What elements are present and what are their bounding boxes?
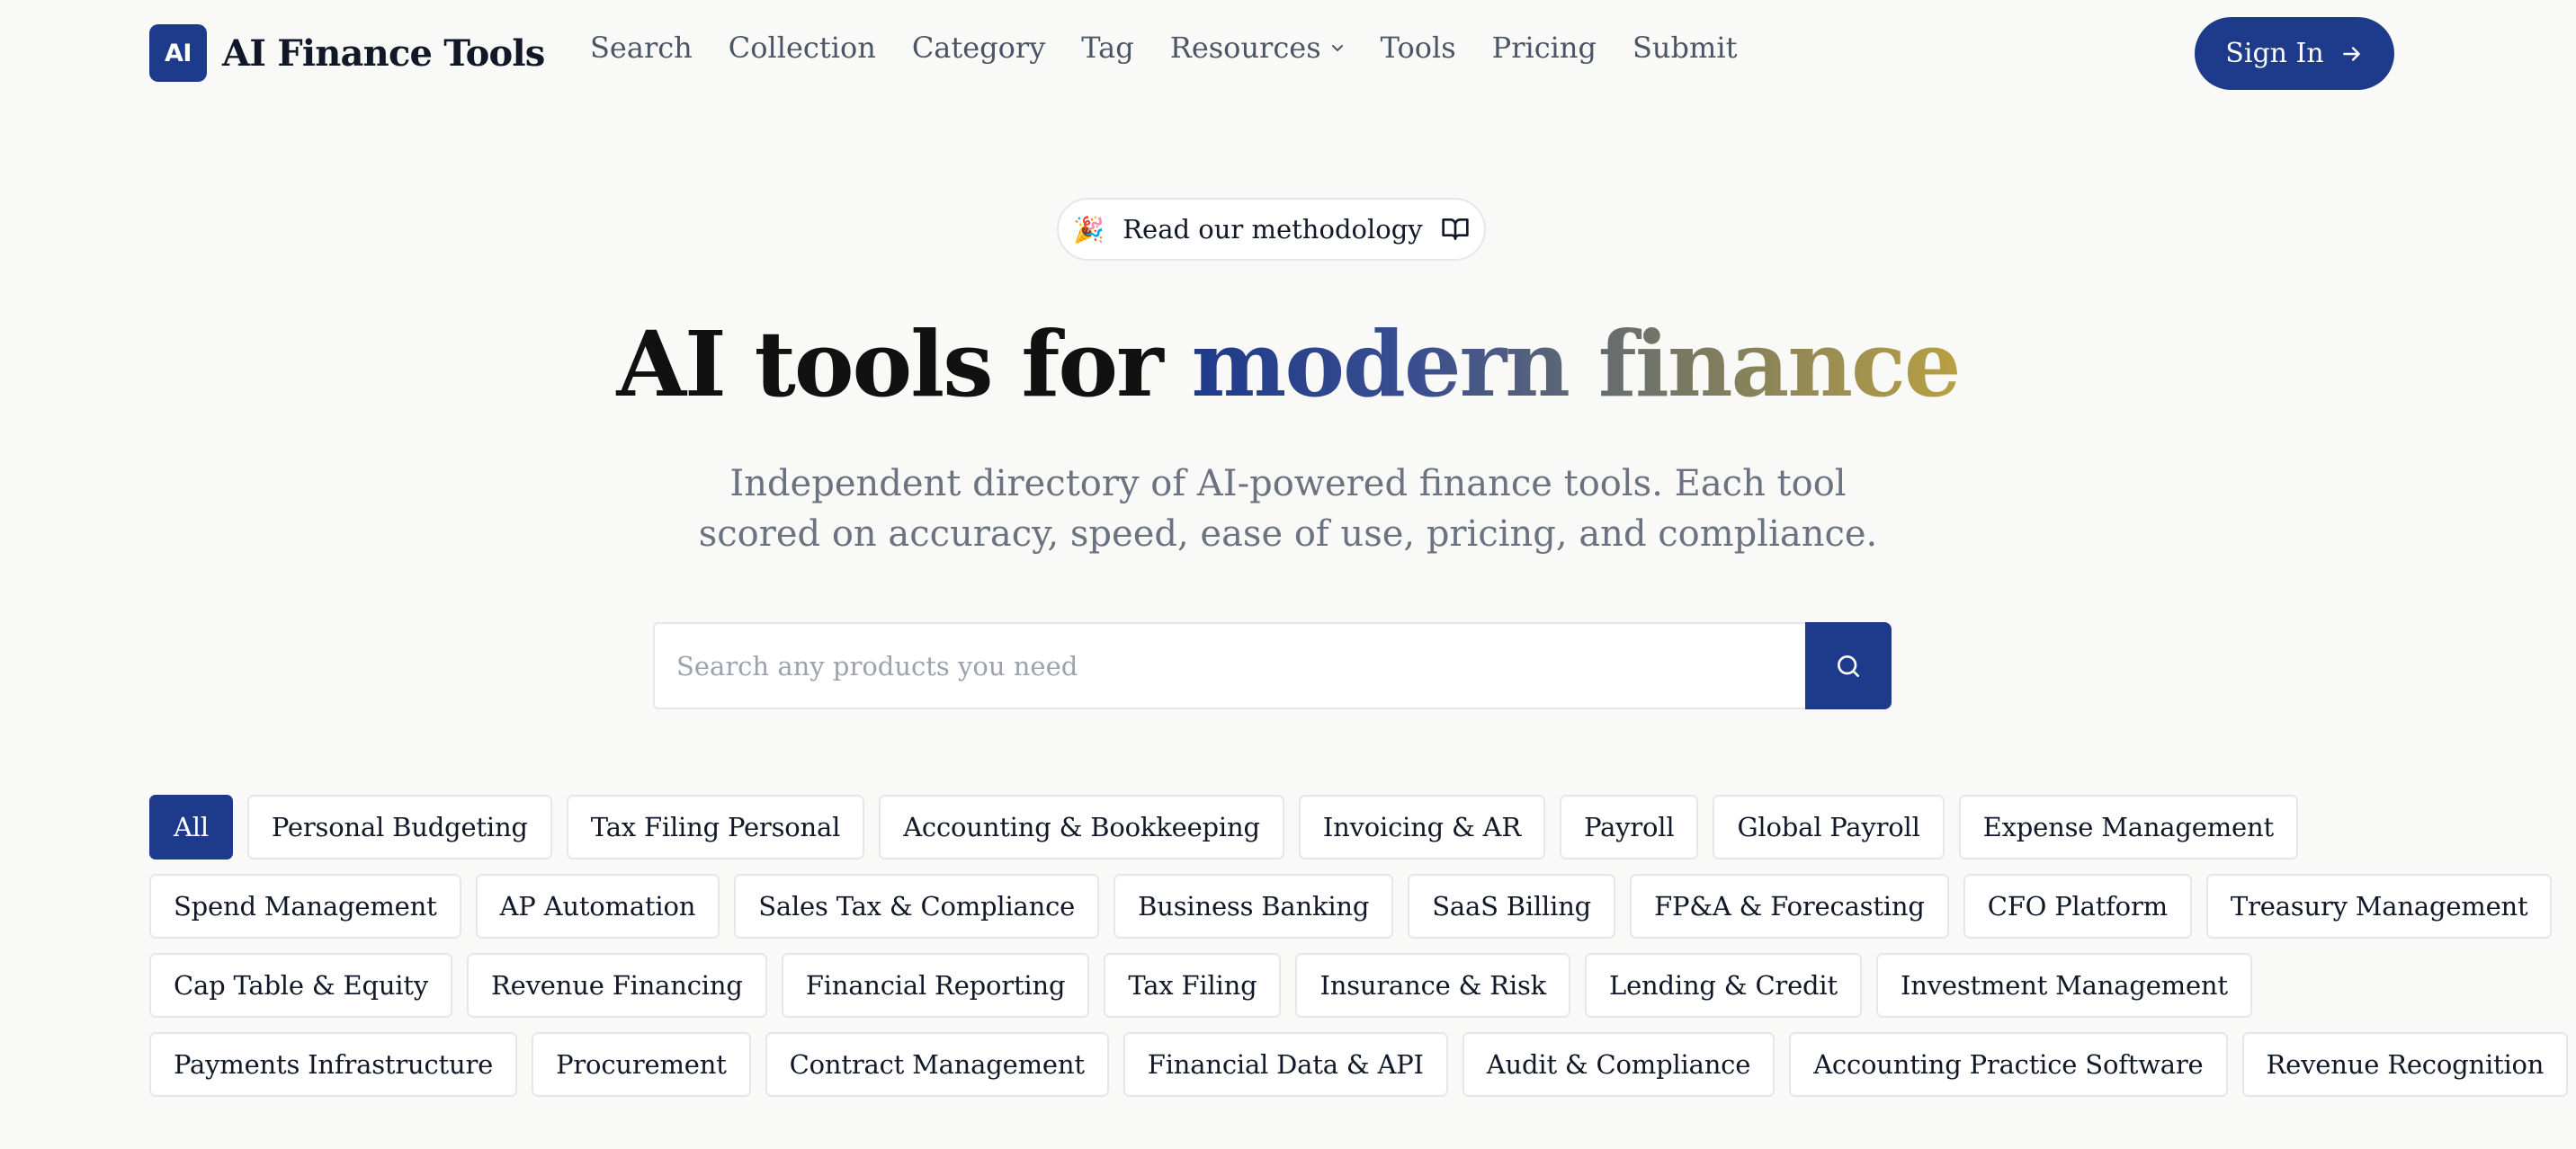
nav-item-tools[interactable]: Tools [1381,31,1456,65]
arrow-right-icon [2340,42,2364,66]
nav-item-label: Resources [1169,31,1321,65]
category-chip[interactable]: Revenue Financing [467,953,767,1018]
category-chip[interactable]: Business Banking [1114,874,1394,939]
nav-item-label: Tag [1081,31,1134,65]
category-chip[interactable]: Tax Filing Personal [566,795,865,860]
category-chip[interactable]: Sales Tax & Compliance [734,874,1100,939]
search-input[interactable] [653,622,1805,709]
nav-item-pricing[interactable]: Pricing [1492,31,1597,65]
methodology-link[interactable]: 🎉 Read our methodology [1057,198,1486,261]
category-chip[interactable]: Treasury Management [2205,874,2553,939]
category-chip[interactable]: Personal Budgeting [246,795,552,860]
nav-item-category[interactable]: Category [912,31,1045,65]
logo-badge: AI [149,24,207,82]
site-header: AI AI Finance Tools Search Collection Ca… [0,0,2576,108]
category-chip[interactable]: Procurement [532,1032,751,1097]
party-popper-icon: 🎉 [1073,214,1105,245]
category-filter: All Personal Budgeting Tax Filing Person… [149,795,2569,1111]
hero-title: AI tools for modern finance [0,301,2576,427]
category-chip[interactable]: Payroll [1560,795,1699,860]
nav-item-label: Search [590,31,693,65]
logo-link[interactable]: AI AI Finance Tools [149,24,545,82]
category-chip[interactable]: Investment Management [1875,953,2252,1018]
sign-in-label: Sign In [2225,38,2324,69]
nav-item-search[interactable]: Search [590,31,693,65]
category-row: All Personal Budgeting Tax Filing Person… [149,795,2434,860]
hero-subtitle: Independent directory of AI-powered fina… [568,459,2008,559]
category-row: Payments Infrastructure Procurement Cont… [149,1032,2569,1097]
brand-name: AI Finance Tools [222,31,545,75]
category-chip[interactable]: Financial Data & API [1123,1032,1448,1097]
nav-item-tag[interactable]: Tag [1081,31,1133,65]
category-chip[interactable]: Payments Infrastructure [149,1032,518,1097]
nav-item-label: Tools [1380,31,1456,65]
category-chip[interactable]: FP&A & Forecasting [1630,874,1949,939]
category-chip[interactable]: Revenue Recognition [2241,1032,2569,1097]
category-chip[interactable]: Accounting & Bookkeeping [879,795,1284,860]
category-chip[interactable]: Accounting Practice Software [1789,1032,2228,1097]
category-chip[interactable]: Invoicing & AR [1298,795,1546,860]
nav-item-label: Submit [1632,31,1738,65]
nav-item-collection[interactable]: Collection [729,31,876,65]
search-bar [653,622,1892,709]
category-chip[interactable]: AP Automation [475,874,720,939]
category-row: Cap Table & Equity Revenue Financing Fin… [149,953,2434,1018]
category-chip[interactable]: Lending & Credit [1585,953,1862,1018]
hero-title-plain: AI tools for [616,311,1192,417]
search-button[interactable] [1805,622,1892,709]
main-nav: Search Collection Category Tag Resources… [590,31,1773,65]
category-chip-all[interactable]: All [149,795,233,860]
methodology-label: Read our methodology [1123,214,1423,245]
nav-item-label: Category [911,31,1046,65]
category-row: Spend Management AP Automation Sales Tax… [149,874,2553,939]
category-chip[interactable]: Audit & Compliance [1462,1032,1775,1097]
category-chip[interactable]: Contract Management [765,1032,1109,1097]
nav-item-submit[interactable]: Submit [1632,31,1737,65]
nav-item-label: Collection [728,31,876,65]
category-chip[interactable]: Tax Filing [1104,953,1282,1018]
category-chip[interactable]: Financial Reporting [781,953,1090,1018]
hero-title-highlight: modern finance [1191,311,1962,417]
nav-item-resources[interactable]: Resources [1170,31,1345,65]
category-chip[interactable]: Spend Management [149,874,461,939]
category-chip[interactable]: Global Payroll [1713,795,1945,860]
category-chip[interactable]: SaaS Billing [1408,874,1616,939]
search-icon [1834,652,1863,681]
category-chip[interactable]: Expense Management [1958,795,2298,860]
chevron-down-icon [1330,40,1345,55]
nav-item-label: Pricing [1491,31,1597,65]
category-chip[interactable]: CFO Platform [1963,874,2192,939]
category-chip[interactable]: Insurance & Risk [1295,953,1571,1018]
category-chip[interactable]: Cap Table & Equity [149,953,453,1018]
sign-in-button[interactable]: Sign In [2195,17,2394,90]
hero-subtitle-line: scored on accuracy, speed, ease of use, … [698,513,1878,555]
hero-subtitle-line: Independent directory of AI-powered fina… [729,463,1847,504]
book-open-icon [1441,215,1470,244]
